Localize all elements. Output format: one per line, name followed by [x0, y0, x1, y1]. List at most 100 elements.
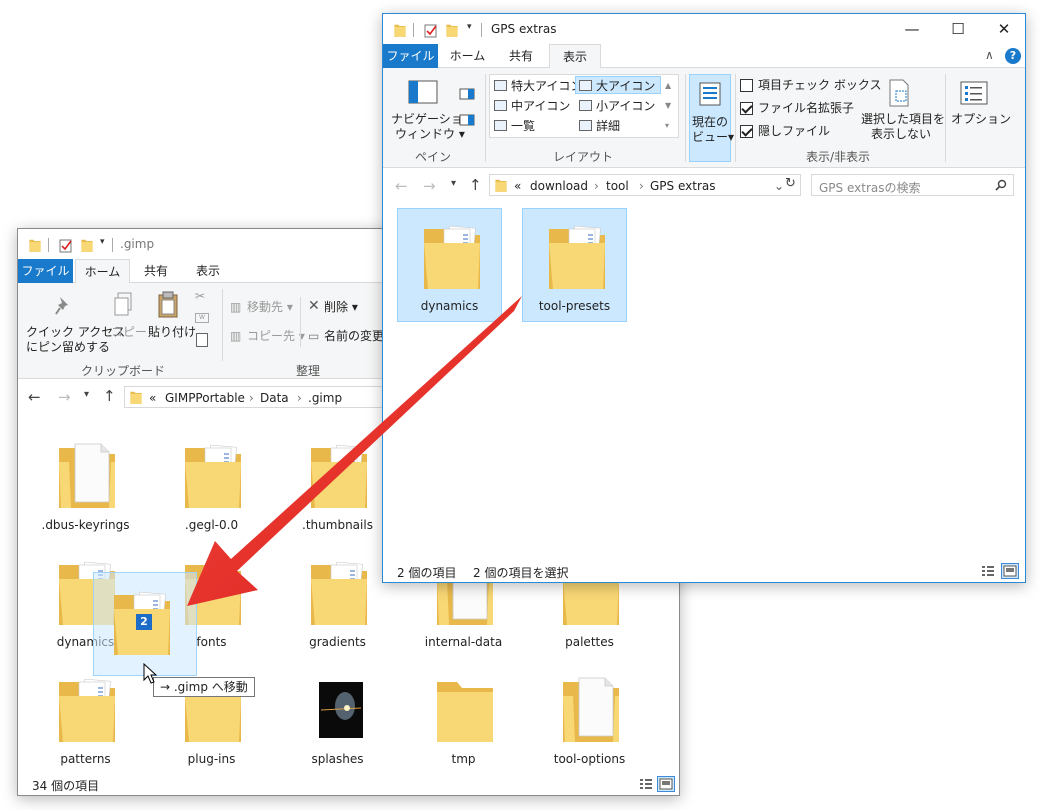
- tab-home[interactable]: ホーム: [75, 259, 130, 284]
- gps-titlebar[interactable]: ▾ GPS extras — ☐ ✕: [383, 14, 1025, 44]
- file-item[interactable]: patterns: [33, 662, 138, 776]
- file-item[interactable]: dynamics: [397, 208, 502, 322]
- hide-selected-label-2[interactable]: 表示しない: [871, 127, 931, 142]
- search-input[interactable]: GPS extrasの検索: [819, 179, 921, 196]
- breadcrumb-separator: ›: [297, 391, 302, 405]
- tab-file[interactable]: ファイル: [383, 44, 438, 68]
- properties-icon[interactable]: [58, 237, 74, 253]
- paste-shortcut-icon[interactable]: [196, 333, 208, 347]
- copy-button[interactable]: コピー: [111, 325, 147, 340]
- breadcrumb-overflow[interactable]: «: [514, 179, 521, 193]
- cut-icon[interactable]: ✂: [195, 289, 205, 304]
- status-bar: 2 個の項目 2 個の項目を選択: [383, 560, 1025, 582]
- large-icons-view-button[interactable]: [1001, 563, 1019, 579]
- folder-icon: [437, 682, 493, 742]
- tab-view[interactable]: 表示: [184, 259, 232, 283]
- tab-share[interactable]: 共有: [497, 44, 545, 68]
- folder-icon: [29, 239, 41, 252]
- layout-large-icons[interactable]: 大アイコン: [575, 76, 661, 94]
- details-view-button[interactable]: [979, 563, 997, 579]
- file-extensions-checkbox[interactable]: [740, 102, 753, 115]
- copy-to-button[interactable]: コピー先 ▾: [247, 329, 305, 344]
- layout-extra-large-icons[interactable]: 特大アイコン: [491, 77, 582, 95]
- tab-share[interactable]: 共有: [132, 259, 180, 283]
- close-button[interactable]: ✕: [981, 14, 1025, 44]
- forward-button[interactable]: →: [58, 388, 71, 406]
- file-item[interactable]: .thumbnails: [285, 428, 390, 542]
- folder-docs-icon: [310, 561, 368, 626]
- search-icon[interactable]: [995, 179, 1007, 191]
- folder-docs-icon: [548, 225, 606, 290]
- up-button[interactable]: ↑: [469, 176, 482, 194]
- refresh-icon[interactable]: ↻: [785, 176, 796, 191]
- hidden-files-label[interactable]: 隠しファイル: [758, 124, 830, 139]
- recent-locations-icon[interactable]: ▾: [451, 178, 456, 189]
- status-bar: 34 個の項目: [18, 773, 679, 795]
- back-button[interactable]: ←: [28, 388, 41, 406]
- minimize-button[interactable]: —: [889, 14, 935, 44]
- folder-docs-icon: [58, 678, 116, 743]
- forward-button[interactable]: →: [423, 177, 436, 195]
- breadcrumb-gimp[interactable]: .gimp: [308, 391, 342, 405]
- large-icons-view-button[interactable]: [657, 776, 675, 792]
- details-pane-icon[interactable]: [459, 114, 475, 126]
- breadcrumb-data[interactable]: Data: [260, 391, 289, 405]
- move-to-button[interactable]: 移動先 ▾: [247, 300, 293, 315]
- help-icon[interactable]: ?: [1005, 48, 1021, 64]
- copy-icon: [114, 292, 132, 316]
- back-button[interactable]: ←: [395, 177, 408, 195]
- item-checkbox-label[interactable]: 項目チェック ボックス: [758, 78, 881, 93]
- address-bar[interactable]: « download › tool › GPS extras ⌄: [489, 174, 801, 196]
- item-count: 2 個の項目: [397, 566, 457, 580]
- layout-small-icons[interactable]: 小アイコン: [576, 97, 655, 115]
- file-item[interactable]: gradients: [285, 545, 390, 659]
- quick-access-dropdown-icon[interactable]: ▾: [100, 237, 105, 253]
- breadcrumb-gps-extras[interactable]: GPS extras: [650, 179, 715, 193]
- folder-icon: [495, 179, 507, 192]
- file-item[interactable]: .gegl-0.0: [159, 428, 264, 542]
- details-view-button[interactable]: [637, 776, 655, 792]
- pin-quick-access-label-2[interactable]: にピン留めする: [26, 340, 110, 355]
- quick-access-dropdown-icon[interactable]: ▾: [467, 22, 472, 38]
- copy-path-icon[interactable]: W: [195, 313, 209, 323]
- file-extensions-label[interactable]: ファイル名拡張子: [758, 101, 854, 116]
- address-dropdown-icon[interactable]: ⌄: [774, 179, 784, 193]
- options-button[interactable]: オプション: [951, 112, 1011, 127]
- preview-pane-icon[interactable]: [459, 88, 475, 100]
- paste-button[interactable]: 貼り付け: [148, 325, 196, 340]
- hide-selected-label-1[interactable]: 選択した項目を: [861, 112, 945, 127]
- up-button[interactable]: ↑: [103, 387, 116, 405]
- file-item[interactable]: tool-options: [537, 662, 642, 776]
- layout-list[interactable]: 一覧: [491, 117, 535, 135]
- search-box[interactable]: GPS extrasの検索: [811, 174, 1014, 196]
- hidden-files-checkbox[interactable]: [740, 125, 753, 138]
- maximize-button[interactable]: ☐: [935, 14, 981, 44]
- file-item[interactable]: tool-presets: [522, 208, 627, 322]
- item-checkbox-toggle[interactable]: [740, 79, 753, 92]
- breadcrumb-tool[interactable]: tool: [606, 179, 629, 193]
- delete-button[interactable]: 削除 ▾: [324, 300, 358, 315]
- copy-to-icon: ▥: [230, 329, 242, 343]
- layout-details[interactable]: 詳細: [576, 117, 620, 135]
- new-folder-icon[interactable]: [80, 237, 94, 253]
- collapse-ribbon-icon[interactable]: ∧: [985, 48, 994, 62]
- properties-icon[interactable]: [423, 22, 439, 38]
- layout-medium-icons[interactable]: 中アイコン: [491, 97, 570, 115]
- breadcrumb-gimpportable[interactable]: GIMPPortable: [165, 391, 245, 405]
- new-folder-icon[interactable]: [445, 22, 459, 38]
- tab-view[interactable]: 表示: [549, 44, 601, 69]
- rename-button[interactable]: 名前の変更: [324, 329, 384, 344]
- mouse-cursor-icon: [143, 663, 157, 684]
- breadcrumb-download[interactable]: download: [530, 179, 588, 193]
- tab-home[interactable]: ホーム: [440, 44, 495, 68]
- current-view-button[interactable]: 現在の ビュー▾: [689, 74, 734, 162]
- gallery-scroll-icons[interactable]: ▲ ▼ ▾: [665, 76, 671, 136]
- file-item[interactable]: tmp: [411, 662, 516, 776]
- recent-locations-icon[interactable]: ▾: [84, 389, 89, 400]
- breadcrumb-overflow[interactable]: «: [149, 391, 156, 405]
- file-item[interactable]: splashes: [285, 662, 390, 776]
- navigation-pane-button[interactable]: ウィンドウ ▾: [395, 127, 465, 142]
- file-item[interactable]: .dbus-keyrings: [33, 428, 138, 542]
- tab-file[interactable]: ファイル: [18, 259, 73, 283]
- folder-docs-icon: [310, 444, 368, 509]
